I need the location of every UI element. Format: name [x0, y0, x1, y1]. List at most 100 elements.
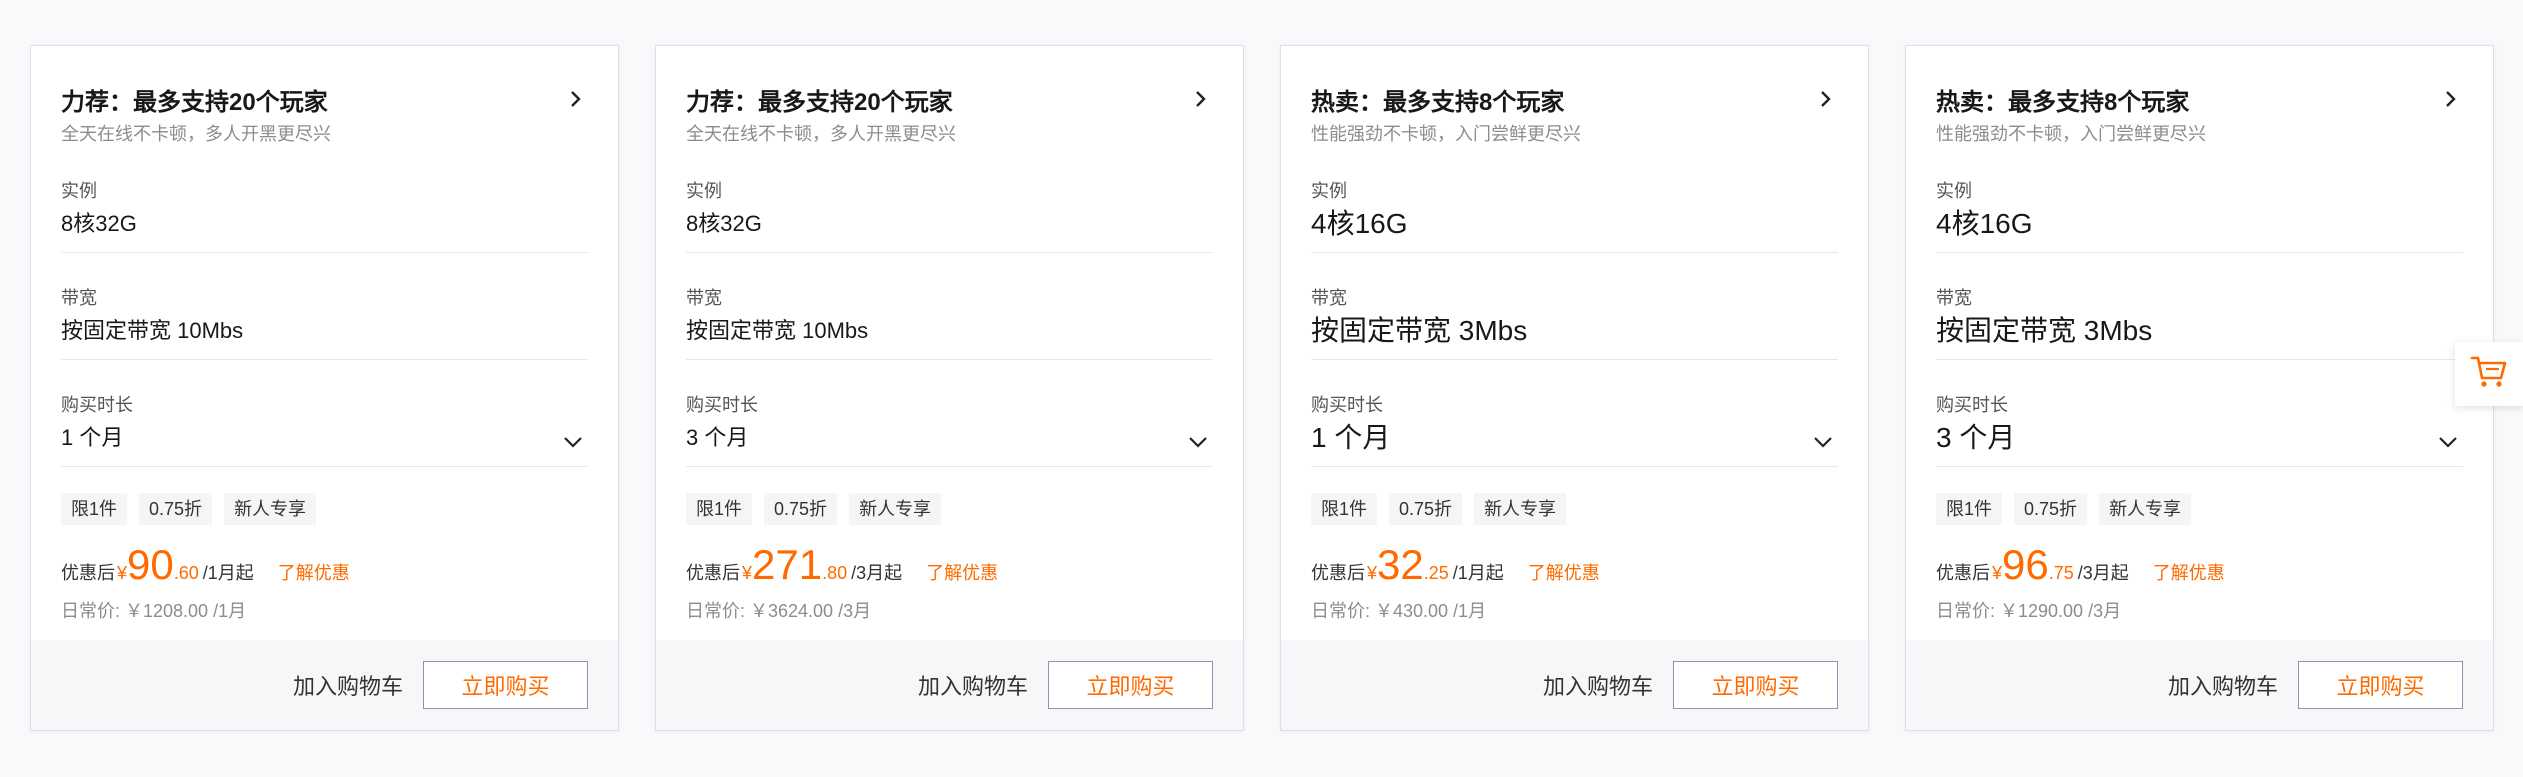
add-to-cart-button[interactable]: 加入购物车	[918, 669, 1028, 701]
card-footer: 加入购物车 立即购买	[31, 640, 618, 730]
duration-select[interactable]: 1 个月	[1311, 418, 1838, 466]
price-decimal: .60	[173, 563, 199, 583]
promo-details-link[interactable]: 了解优惠	[926, 559, 998, 585]
buy-now-button[interactable]: 立即购买	[1048, 661, 1213, 709]
chevron-right-icon[interactable]	[1189, 87, 1213, 111]
tag-new-user: 新人专享	[2099, 493, 2192, 525]
tag-discount: 0.75折	[764, 493, 838, 525]
tag-new-user: 新人专享	[849, 493, 942, 525]
instance-section: 实例 8核32G	[686, 146, 1213, 253]
price-row: 优惠后 ¥ 90 .60 /1月起 了解优惠	[61, 539, 588, 591]
bandwidth-value: 按固定带宽 10Mbs	[686, 318, 869, 343]
price-row: 优惠后 ¥ 96 .75 /3月起 了解优惠	[1936, 539, 2463, 591]
currency-symbol: ¥	[1367, 563, 1378, 583]
duration-select[interactable]: 1 个月	[61, 418, 588, 466]
price-row: 优惠后 ¥ 32 .25 /1月起 了解优惠	[1311, 539, 1838, 591]
instance-label: 实例	[61, 181, 97, 201]
card-footer: 加入购物车 立即购买	[656, 640, 1243, 730]
duration-section: 购买时长 1 个月	[1311, 360, 1838, 467]
price-prefix: 优惠后	[61, 563, 115, 583]
bandwidth-value: 按固定带宽 3Mbs	[1311, 315, 1528, 346]
tag-discount: 0.75折	[2014, 493, 2088, 525]
bandwidth-section: 带宽 按固定带宽 10Mbs	[686, 253, 1213, 360]
card-footer: 加入购物车 立即购买	[1281, 640, 1868, 730]
duration-section: 购买时长 3 个月	[1936, 360, 2463, 467]
buy-now-button[interactable]: 立即购买	[423, 661, 588, 709]
price-integer: 90	[127, 541, 174, 588]
buy-now-button[interactable]: 立即购买	[2298, 661, 2463, 709]
duration-select[interactable]: 3 个月	[686, 418, 1213, 466]
price-decimal: .75	[2048, 563, 2074, 583]
add-to-cart-button[interactable]: 加入购物车	[2168, 669, 2278, 701]
bandwidth-value: 按固定带宽 10Mbs	[61, 318, 244, 343]
tag-limit: 限1件	[1311, 493, 1378, 525]
tag-list: 限1件 0.75折 新人专享	[1936, 493, 2463, 525]
duration-label: 购买时长	[61, 395, 133, 415]
card-title-row[interactable]: 力荐：最多支持20个玩家	[61, 80, 588, 118]
bandwidth-section: 带宽 按固定带宽 10Mbs	[61, 253, 588, 360]
price-unit: /1月起	[1452, 563, 1504, 583]
bandwidth-section: 带宽 按固定带宽 3Mbs	[1936, 253, 2463, 360]
instance-value: 4核16G	[1936, 208, 2033, 239]
product-card: 力荐：最多支持20个玩家 全天在线不卡顿，多人开黑更尽兴 实例 8核32G 带宽…	[30, 45, 619, 731]
chevron-down-icon	[1183, 427, 1213, 457]
duration-value: 1 个月	[1311, 422, 1391, 453]
promo-details-link[interactable]: 了解优惠	[2153, 559, 2225, 585]
instance-section: 实例 8核32G	[61, 146, 588, 253]
original-price: 日常价: ￥1290.00 /3月	[1936, 601, 2122, 621]
card-title: 力荐：最多支持20个玩家	[61, 88, 328, 116]
price-unit: /3月起	[851, 563, 903, 583]
card-title-row[interactable]: 热卖：最多支持8个玩家	[1311, 80, 1838, 118]
chevron-right-icon[interactable]	[2439, 87, 2463, 111]
chevron-down-icon	[1808, 427, 1838, 457]
promo-details-link[interactable]: 了解优惠	[1528, 559, 1600, 585]
currency-symbol: ¥	[117, 563, 128, 583]
product-card: 热卖：最多支持8个玩家 性能强劲不卡顿，入门尝鲜更尽兴 实例 4核16G 带宽 …	[1905, 45, 2494, 731]
buy-now-button[interactable]: 立即购买	[1673, 661, 1838, 709]
price-integer: 271	[752, 541, 823, 588]
tag-limit: 限1件	[1936, 493, 2003, 525]
card-title-row[interactable]: 力荐：最多支持20个玩家	[686, 80, 1213, 118]
instance-label: 实例	[686, 181, 722, 201]
product-card: 力荐：最多支持20个玩家 全天在线不卡顿，多人开黑更尽兴 实例 8核32G 带宽…	[655, 45, 1244, 731]
price-prefix: 优惠后	[686, 563, 740, 583]
bandwidth-section: 带宽 按固定带宽 3Mbs	[1311, 253, 1838, 360]
price-row: 优惠后 ¥ 271 .80 /3月起 了解优惠	[686, 539, 1213, 591]
bandwidth-value: 按固定带宽 3Mbs	[1936, 315, 2153, 346]
instance-label: 实例	[1311, 181, 1347, 201]
duration-value: 1 个月	[61, 425, 124, 450]
chevron-right-icon[interactable]	[564, 87, 588, 111]
price-integer: 96	[2002, 541, 2049, 588]
card-title: 热卖：最多支持8个玩家	[1311, 88, 1565, 116]
bandwidth-label: 带宽	[686, 288, 722, 308]
duration-label: 购买时长	[1311, 395, 1383, 415]
tag-discount: 0.75折	[1389, 493, 1463, 525]
chevron-down-icon	[558, 427, 588, 457]
card-title-row[interactable]: 热卖：最多支持8个玩家	[1936, 80, 2463, 118]
instance-value: 8核32G	[686, 211, 762, 236]
bandwidth-label: 带宽	[61, 288, 97, 308]
price-integer: 32	[1377, 541, 1424, 588]
instance-value: 8核32G	[61, 211, 137, 236]
tag-new-user: 新人专享	[1474, 493, 1567, 525]
floating-cart-button[interactable]	[2455, 342, 2523, 406]
duration-value: 3 个月	[686, 425, 749, 450]
tag-list: 限1件 0.75折 新人专享	[1311, 493, 1838, 525]
price-decimal: .25	[1423, 563, 1449, 583]
add-to-cart-button[interactable]: 加入购物车	[293, 669, 403, 701]
duration-select[interactable]: 3 个月	[1936, 418, 2463, 466]
tag-list: 限1件 0.75折 新人专享	[61, 493, 588, 525]
price-unit: /3月起	[2077, 563, 2129, 583]
product-card: 热卖：最多支持8个玩家 性能强劲不卡顿，入门尝鲜更尽兴 实例 4核16G 带宽 …	[1280, 45, 1869, 731]
duration-label: 购买时长	[1936, 395, 2008, 415]
duration-section: 购买时长 3 个月	[686, 360, 1213, 467]
instance-label: 实例	[1936, 181, 1972, 201]
bandwidth-label: 带宽	[1936, 288, 1972, 308]
price-prefix: 优惠后	[1936, 563, 1990, 583]
promo-details-link[interactable]: 了解优惠	[278, 559, 350, 585]
add-to-cart-button[interactable]: 加入购物车	[1543, 669, 1653, 701]
card-title: 力荐：最多支持20个玩家	[686, 88, 953, 116]
tag-list: 限1件 0.75折 新人专享	[686, 493, 1213, 525]
chevron-right-icon[interactable]	[1814, 87, 1838, 111]
tag-limit: 限1件	[686, 493, 753, 525]
